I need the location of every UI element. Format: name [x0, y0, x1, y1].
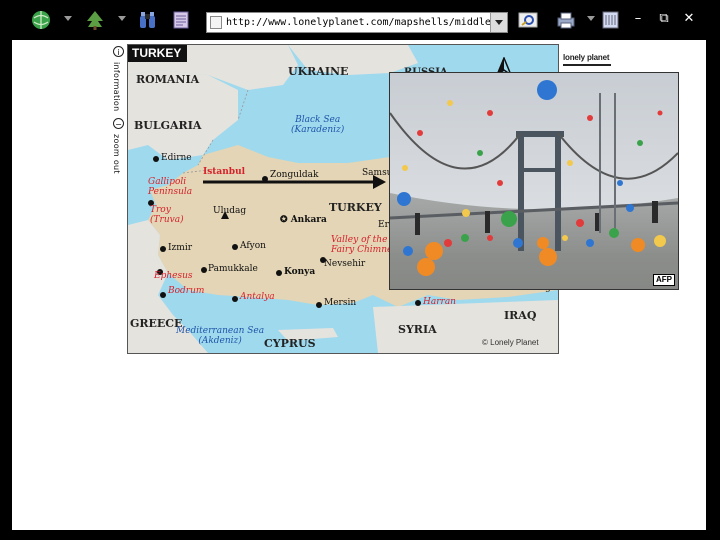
minimize-button[interactable]: – — [628, 9, 648, 29]
label-black-sea: Black Sea (Karadeniz) — [291, 115, 345, 135]
city-bodrum[interactable]: Bodrum — [168, 286, 204, 296]
photo-image — [390, 73, 678, 289]
city-gallipoli[interactable]: Gallipoli Peninsula — [148, 177, 192, 197]
photo-credit: AFP — [653, 274, 675, 286]
address-page-icon — [210, 16, 222, 29]
city-marker — [160, 292, 166, 298]
city-nevsehir[interactable]: Nevsehir — [324, 259, 365, 269]
tree-dropdown[interactable] — [118, 16, 126, 21]
label-syria: SYRIA — [398, 323, 437, 336]
address-bar[interactable]: http://www.lonelyplanet.com/mapshells/mi… — [206, 12, 508, 33]
city-marker — [232, 244, 238, 250]
plan-icon[interactable] — [170, 9, 192, 31]
view-icon[interactable] — [600, 9, 622, 31]
city-antalya[interactable]: Antalya — [240, 292, 275, 302]
map-copyright: © Lonely Planet — [482, 338, 539, 347]
zoom-out-icon: − — [113, 118, 124, 129]
city-pamukkale[interactable]: Pamukkale — [208, 264, 258, 274]
city-ankara[interactable]: ✪ Ankara — [280, 215, 327, 225]
tree-icon[interactable] — [84, 9, 106, 31]
printer-dropdown[interactable] — [587, 16, 595, 21]
map-title: TURKEY — [128, 45, 188, 62]
globe-icon[interactable] — [30, 9, 52, 31]
zoom-out-label: zoom out — [112, 134, 121, 174]
bridge-balloons-photo[interactable]: AFP — [389, 72, 679, 290]
city-afyon[interactable]: Afyon — [240, 241, 266, 251]
city-istanbul[interactable]: Istanbul — [203, 167, 245, 177]
label-romania: ROMANIA — [136, 73, 200, 86]
city-uludag[interactable]: Uludag — [213, 206, 246, 216]
address-text[interactable]: http://www.lonelyplanet.com/mapshells/mi… — [226, 16, 490, 30]
city-ephesus[interactable]: Ephesus — [154, 271, 193, 281]
label-greece: GREECE — [130, 317, 183, 330]
label-ukraine: UKRAINE — [288, 65, 349, 78]
address-dropdown[interactable] — [490, 13, 507, 32]
info-icon: i — [113, 46, 124, 57]
city-troy[interactable]: Troy (Truva) — [150, 205, 184, 225]
city-edirne[interactable]: Edirne — [161, 153, 192, 163]
city-izmir[interactable]: Izmir — [168, 243, 192, 253]
city-marker — [232, 296, 238, 302]
city-marker — [415, 300, 421, 306]
binoculars-icon[interactable] — [137, 9, 159, 31]
zoom-out-button[interactable]: − zoom out — [110, 118, 128, 178]
label-turkey: TURKEY — [329, 201, 382, 214]
city-marker — [262, 176, 268, 182]
label-cyprus: CYPRUS — [264, 337, 316, 350]
city-marker — [153, 156, 159, 162]
city-samsun[interactable]: Samsu — [362, 168, 392, 178]
globe-dropdown[interactable] — [64, 16, 72, 21]
city-zonguldak[interactable]: Zonguldak — [270, 170, 319, 180]
city-marker — [316, 302, 322, 308]
lonely-planet-logo[interactable]: lonely planet — [563, 53, 610, 62]
label-iraq: IRAQ — [504, 309, 537, 322]
city-marker — [201, 267, 207, 273]
city-konya[interactable]: Konya — [284, 267, 315, 277]
information-label: information — [112, 62, 121, 112]
browser-toolbar: http://www.lonelyplanet.com/mapshells/mi… — [0, 0, 720, 40]
printer-icon[interactable] — [555, 9, 577, 31]
search-icon[interactable] — [517, 9, 539, 31]
city-marker — [160, 246, 166, 252]
logo-underline — [563, 64, 611, 66]
city-valley[interactable]: Valley of the Fairy Chimne — [331, 235, 392, 255]
city-harran[interactable]: Harran — [423, 297, 456, 307]
city-mersin[interactable]: Mersin — [324, 298, 356, 308]
label-bulgaria: BULGARIA — [134, 119, 202, 132]
information-button[interactable]: i information — [110, 46, 128, 118]
page-content: i information − zoom out TURKEY ROMANIA … — [12, 40, 706, 530]
city-er-partial[interactable]: Er — [378, 220, 389, 230]
city-marker — [276, 270, 282, 276]
close-button[interactable]: ✕ — [679, 9, 699, 29]
restore-button[interactable]: ⧉ — [654, 9, 674, 29]
label-med-sea: Mediterranean Sea (Akdeniz) — [176, 326, 265, 346]
